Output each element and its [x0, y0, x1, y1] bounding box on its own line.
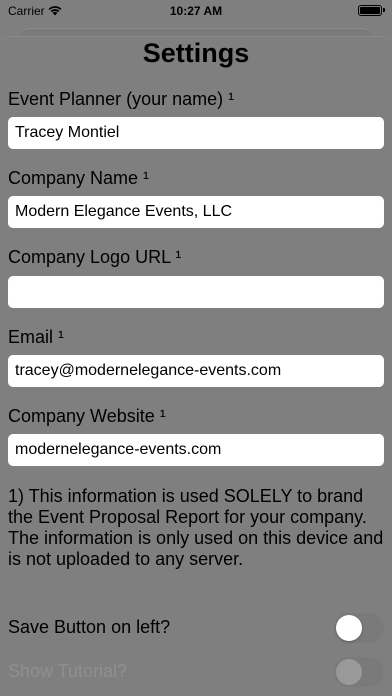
company-name-input[interactable]: [8, 196, 384, 228]
status-time: 10:27 AM: [169, 4, 223, 18]
show-tutorial-row: Show Tutorial?: [8, 657, 384, 687]
page-title: Settings: [142, 38, 250, 68]
company-logo-url-label: Company Logo URL ¹: [8, 247, 182, 267]
privacy-note: 1) This information is used SOLELY to br…: [8, 486, 384, 569]
battery-icon: [358, 5, 385, 16]
toggle-knob: [336, 659, 362, 685]
save-button-left-label: Save Button on left?: [8, 617, 171, 637]
toggle-knob: [336, 615, 362, 641]
event-planner-input[interactable]: [8, 117, 384, 149]
save-button-left-toggle[interactable]: [334, 613, 384, 643]
company-name-label: Company Name ¹: [8, 168, 150, 188]
company-logo-url-input[interactable]: [8, 276, 384, 308]
show-tutorial-label: Show Tutorial?: [8, 661, 128, 681]
company-website-input[interactable]: [8, 434, 384, 466]
email-label: Email ¹: [8, 327, 65, 347]
save-button-left-row: Save Button on left?: [8, 613, 384, 643]
email-input[interactable]: [8, 355, 384, 387]
status-bar: Carrier 10:27 AM: [0, 0, 392, 22]
event-planner-label: Event Planner (your name) ¹: [8, 89, 235, 109]
company-website-label: Company Website ¹: [8, 406, 166, 426]
show-tutorial-toggle[interactable]: [334, 657, 384, 687]
